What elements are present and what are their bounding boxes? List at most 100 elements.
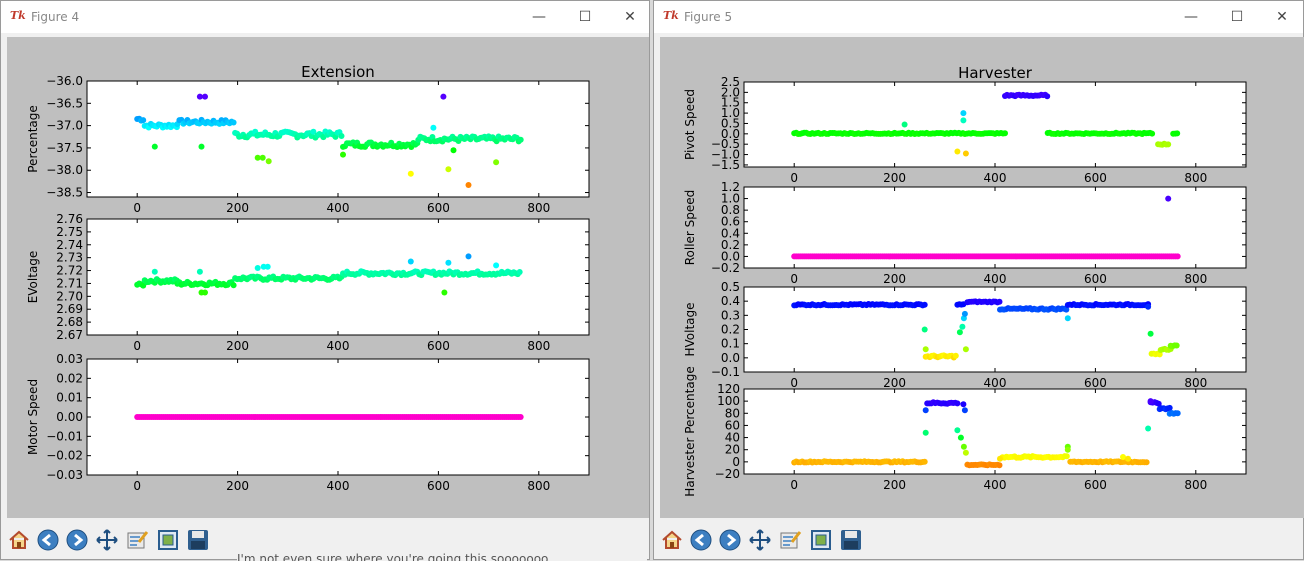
data-point <box>202 289 208 296</box>
x-tick-label: 0 <box>790 478 798 492</box>
y-tick-label: 2.69 <box>56 302 83 316</box>
y-tick-label: −37.5 <box>46 141 83 155</box>
tk-feather-icon: Tk <box>663 9 679 22</box>
data-point <box>493 159 500 166</box>
x-tick-label: 600 <box>1084 272 1107 286</box>
minimize-button[interactable]: — <box>1174 4 1208 30</box>
back-button[interactable] <box>34 525 62 555</box>
data-point <box>956 329 963 336</box>
data-point <box>517 414 524 420</box>
y-tick-label: 0.2 <box>721 323 740 337</box>
close-button[interactable]: ✕ <box>613 4 647 30</box>
data-point <box>440 93 447 100</box>
pan-button[interactable] <box>746 525 774 555</box>
data-point <box>407 258 414 265</box>
pan-icon <box>96 529 118 551</box>
figure-5-plot: HarvesterPivot Speed0 200 400 600 8002.52.01… <box>683 64 1247 497</box>
y-tick-label: −0.01 <box>46 429 83 443</box>
background-text: I'm not even sure where you're going thi… <box>237 549 647 561</box>
y-axis-label: Harvester Percentage <box>683 366 697 496</box>
save-button[interactable] <box>184 525 212 555</box>
y-tick-label: 0.00 <box>56 410 83 424</box>
y-axis-label: Pivot Speed <box>683 89 697 160</box>
data-point <box>1173 342 1180 349</box>
x-tick-label: 200 <box>883 272 906 286</box>
data-point <box>1143 459 1150 466</box>
data-point <box>1063 453 1070 460</box>
y-tick-label: −0.2 <box>711 261 740 275</box>
y-axis-label: HVoltage <box>683 302 697 356</box>
y-tick-label: −37.0 <box>46 119 83 133</box>
x-tick-label: 0 <box>790 171 798 185</box>
data-point <box>960 110 967 117</box>
data-point <box>960 443 967 450</box>
configure-subplots-button[interactable] <box>123 525 151 555</box>
data-point <box>465 253 472 260</box>
edit-axes-button[interactable] <box>807 525 835 555</box>
data-point <box>140 117 147 124</box>
configure-subplots-icon <box>780 531 802 549</box>
data-point <box>151 268 158 275</box>
data-series <box>134 414 524 420</box>
back-button[interactable] <box>687 525 715 555</box>
pan-button[interactable] <box>93 525 121 555</box>
forward-button[interactable] <box>63 525 91 555</box>
home-button[interactable] <box>658 525 686 555</box>
configure-subplots-button[interactable] <box>776 525 804 555</box>
data-point <box>922 407 929 414</box>
data-point <box>445 259 452 266</box>
data-point <box>1165 195 1172 202</box>
y-axis-label: EVoltage <box>26 251 40 304</box>
data-point <box>962 150 969 157</box>
data-point <box>961 407 968 414</box>
x-tick-label: 400 <box>984 478 1007 492</box>
data-point <box>445 166 452 173</box>
data-point <box>1174 253 1181 260</box>
data-point <box>430 124 437 131</box>
data-point <box>959 323 966 330</box>
axes-panel-2: Motor Speed 0 200 400 600 800 0.03 0.02 0.01 0.00… <box>26 352 590 493</box>
x-tick-label: 800 <box>527 479 550 493</box>
save-icon <box>841 530 861 550</box>
forward-button[interactable] <box>716 525 744 555</box>
y-axis-label: Motor Speed <box>26 379 40 455</box>
forward-icon <box>719 529 741 551</box>
x-tick-label: 200 <box>883 171 906 185</box>
data-point <box>957 434 964 441</box>
edit-axes-button[interactable] <box>154 525 182 555</box>
data-point <box>517 136 524 143</box>
x-tick-label: 200 <box>226 479 249 493</box>
y-tick-label: −38.0 <box>46 163 83 177</box>
figure-canvas[interactable]: Extension Percentage 0 200 400 600 800 −36.0 −36… <box>7 37 649 518</box>
data-point <box>961 310 968 317</box>
figure-canvas[interactable]: Harvester Pivot Speed 0 200 400 600 800 2.5 2.0 1… <box>660 37 1304 518</box>
y-tick-label: 0.02 <box>56 371 83 385</box>
data-point <box>1002 130 1008 137</box>
x-tick-label: 0 <box>790 376 798 390</box>
maximize-button[interactable]: ☐ <box>1220 4 1254 30</box>
data-point <box>954 427 961 434</box>
data-point <box>922 429 929 436</box>
data-point <box>264 263 271 270</box>
configure-subplots-icon <box>127 531 149 549</box>
x-tick-label: 600 <box>1084 478 1107 492</box>
data-point <box>1064 315 1071 322</box>
y-tick-label: −0.03 <box>46 468 83 482</box>
title-bar[interactable]: Tk Figure 5 — ☐ ✕ <box>654 1 1303 33</box>
x-tick-label: 0 <box>133 339 141 353</box>
save-button[interactable] <box>837 525 865 555</box>
title-bar[interactable]: Tk Figure 4 — ☐ ✕ <box>1 1 649 33</box>
data-point <box>1166 404 1173 411</box>
home-button[interactable] <box>5 525 33 555</box>
y-tick-label: −0.1 <box>711 365 740 379</box>
data-point <box>254 265 261 271</box>
maximize-button[interactable]: ☐ <box>568 4 602 30</box>
data-point <box>954 148 961 155</box>
data-point <box>921 458 928 465</box>
y-tick-label: −1.5 <box>711 158 740 172</box>
data-point <box>465 182 472 188</box>
close-button[interactable]: ✕ <box>1265 4 1299 30</box>
minimize-button[interactable]: — <box>522 4 556 30</box>
home-icon <box>662 530 682 549</box>
data-point <box>1165 141 1172 148</box>
